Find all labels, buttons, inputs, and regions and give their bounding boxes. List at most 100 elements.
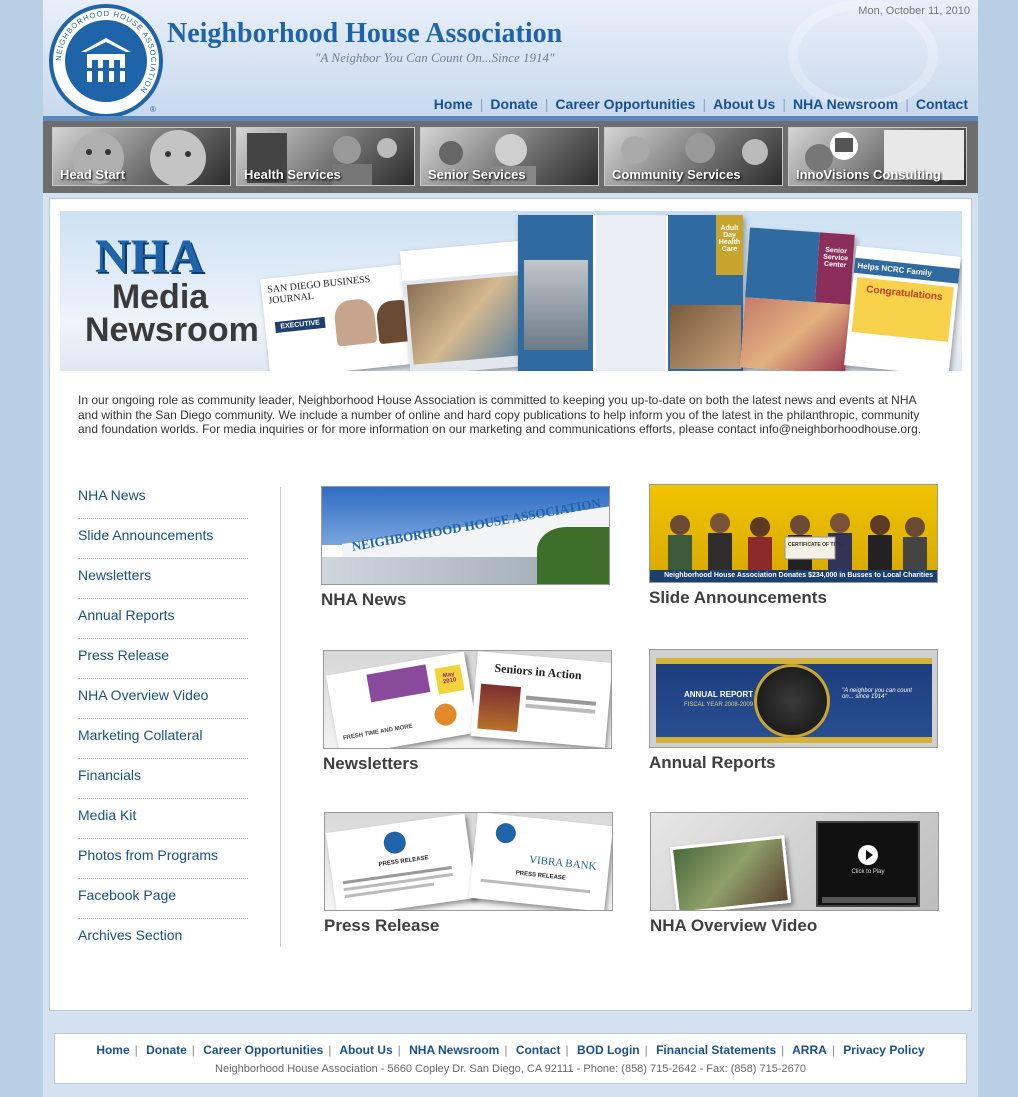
nav-home[interactable]: Home bbox=[434, 96, 473, 112]
footer-separator: | bbox=[504, 1043, 508, 1057]
tile-nha-overview-video[interactable]: Click to Play NHA Overview Video bbox=[650, 812, 939, 942]
service-head-start[interactable]: Head Start bbox=[52, 127, 231, 186]
newsroom-banner: NHA Media Newsroom SAN DIEGO BUSINESS JO… bbox=[60, 211, 962, 371]
service-label: Health Services bbox=[244, 167, 341, 182]
footer-separator: | bbox=[191, 1043, 195, 1057]
site-title[interactable]: Neighborhood House Association bbox=[167, 18, 562, 50]
video-controls[interactable] bbox=[822, 897, 916, 903]
footer-link-contact[interactable]: Contact bbox=[516, 1043, 561, 1057]
service-innovisions-consulting[interactable]: InnoVisions Consulting bbox=[788, 127, 967, 186]
annual-report-cover: ANNUAL REPORT FISCAL YEAR 2008-2009 "A n… bbox=[656, 658, 932, 743]
sidebar-item-financials[interactable]: Financials bbox=[78, 759, 248, 799]
service-label: InnoVisions Consulting bbox=[796, 167, 941, 182]
column-divider bbox=[280, 487, 281, 947]
tile-nha-news[interactable]: NEIGHBORHOOD HOUSE ASSOCIATION NHA News bbox=[321, 486, 610, 616]
tile-label: Press Release bbox=[324, 916, 440, 935]
newspaper-clipping: SAN DIEGO BUSINESS JOURNAL EXECUTIVE bbox=[260, 263, 425, 371]
footer-link-donate[interactable]: Donate bbox=[146, 1043, 187, 1057]
overview-video-photo: Click to Play bbox=[650, 812, 939, 911]
annual-report-quote: "A neighbor you can count on... since 19… bbox=[842, 688, 912, 700]
newsletters-photo: May 2010 FRESH TIME AND MORE Seniors in … bbox=[323, 650, 612, 749]
service-label: Senior Services bbox=[428, 167, 526, 182]
tile-annual-reports[interactable]: ANNUAL REPORT FISCAL YEAR 2008-2009 "A n… bbox=[649, 649, 938, 779]
tile-label: Newsletters bbox=[323, 754, 419, 773]
page-wrapper: NEIGHBORHOOD HOUSE ASSOCIATION ® Neighbo… bbox=[43, 0, 978, 1097]
tile-label: NHA Overview Video bbox=[650, 916, 818, 935]
nav-career-opportunities[interactable]: Career Opportunities bbox=[555, 96, 695, 112]
service-health-services[interactable]: Health Services bbox=[236, 127, 415, 186]
nav-about-us[interactable]: About Us bbox=[713, 96, 775, 112]
footer-link-bod-login[interactable]: BOD Login bbox=[577, 1043, 640, 1057]
footer-separator: | bbox=[565, 1043, 569, 1057]
press-release-photo: PRESS RELEASE VIBRA BANK PRESS RELEASE bbox=[324, 812, 613, 911]
newsletter-cover bbox=[399, 241, 531, 371]
newsletter-headline: Seniors in Action bbox=[493, 660, 583, 683]
newsletter-page: Seniors in Action bbox=[470, 651, 611, 748]
sidebar-item-marketing-collateral[interactable]: Marketing Collateral bbox=[78, 719, 248, 759]
footer-link-financial-statements[interactable]: Financial Statements bbox=[656, 1043, 776, 1057]
newsletter-month: May 2010 bbox=[434, 664, 465, 695]
newsletter-item: FRESH TIME AND MORE bbox=[342, 723, 414, 742]
nav-separator: | bbox=[479, 96, 484, 112]
press-release-doc: VIBRA BANK PRESS RELEASE bbox=[468, 813, 612, 910]
sidebar-item-media-kit[interactable]: Media Kit bbox=[78, 799, 248, 839]
annual-report-title: ANNUAL REPORT bbox=[684, 690, 754, 699]
sidebar-item-photos-from-programs[interactable]: Photos from Programs bbox=[78, 839, 248, 879]
sidebar-item-press-release[interactable]: Press Release bbox=[78, 639, 248, 679]
nav-nha-newsroom[interactable]: NHA Newsroom bbox=[793, 96, 898, 112]
site-logo[interactable]: NEIGHBORHOOD HOUSE ASSOCIATION bbox=[49, 4, 163, 118]
sidebar-item-newsletters[interactable]: Newsletters bbox=[78, 559, 248, 599]
tile-newsletters[interactable]: May 2010 FRESH TIME AND MORE Seniors in … bbox=[323, 650, 612, 780]
nav-separator: | bbox=[782, 96, 786, 112]
tile-slide-announcements[interactable]: CERTIFICATE OF TITLE Neighborhood House … bbox=[649, 484, 938, 614]
slide-caption: Neighborhood House Association Donates $… bbox=[650, 570, 937, 582]
group-photo bbox=[668, 513, 927, 575]
congratulations-sign: Congratulations bbox=[851, 277, 954, 342]
nav-separator: | bbox=[702, 96, 707, 112]
video-player[interactable]: Click to Play bbox=[816, 821, 920, 907]
banner-nha-text: NHA bbox=[95, 230, 205, 283]
current-date: Mon, October 11, 2010 bbox=[858, 5, 970, 17]
intro-paragraph: In our ongoing role as community leader,… bbox=[78, 393, 922, 436]
service-senior-services[interactable]: Senior Services bbox=[420, 127, 599, 186]
sidebar-item-facebook-page[interactable]: Facebook Page bbox=[78, 879, 248, 919]
footer-separator: | bbox=[328, 1043, 332, 1057]
nav-donate[interactable]: Donate bbox=[490, 96, 537, 112]
sidebar-item-nha-news[interactable]: NHA News bbox=[78, 479, 248, 519]
nav-separator: | bbox=[544, 96, 549, 112]
site-footer: Home | Donate | Career Opportunities | Abou… bbox=[54, 1033, 967, 1084]
tile-label: NHA News bbox=[321, 590, 407, 609]
senior-center-flyer: Senior Service Center bbox=[740, 227, 855, 371]
ncrc-article: Helps NCRC Family Congratulations bbox=[844, 245, 961, 371]
service-community-services[interactable]: Community Services bbox=[604, 127, 783, 186]
footer-link-home[interactable]: Home bbox=[96, 1043, 129, 1057]
adult-day-tag: Adult Day Health Care bbox=[716, 215, 743, 275]
footer-separator: | bbox=[781, 1043, 785, 1057]
services-bar: Head Start Health Services Senior Servic… bbox=[43, 121, 978, 193]
play-icon[interactable] bbox=[858, 845, 878, 865]
banner-title: Media Newsroom bbox=[85, 280, 259, 347]
nav-separator: | bbox=[905, 96, 909, 112]
press-release-heading: PRESS RELEASE bbox=[515, 870, 567, 882]
sidebar-item-archives-section[interactable]: Archives Section bbox=[78, 919, 248, 959]
tile-press-release[interactable]: PRESS RELEASE VIBRA BANK PRESS RELEASE P… bbox=[324, 812, 613, 942]
footer-link-about-us[interactable]: About Us bbox=[339, 1043, 392, 1057]
registered-mark: ® bbox=[150, 105, 156, 114]
site-tagline: "A Neighbor You Can Count On...Since 191… bbox=[315, 50, 555, 65]
press-release-doc: PRESS RELEASE bbox=[325, 813, 477, 910]
footer-link-privacy-policy[interactable]: Privacy Policy bbox=[843, 1043, 924, 1057]
logo-emblem bbox=[65, 20, 147, 102]
adult-day-brochure: Adult Day Health Care bbox=[518, 215, 743, 371]
sidebar-item-slide-announcements[interactable]: Slide Announcements bbox=[78, 519, 248, 559]
annual-report-seal bbox=[754, 664, 830, 738]
footer-link-arra[interactable]: ARRA bbox=[792, 1043, 827, 1057]
footer-link-nha-newsroom[interactable]: NHA Newsroom bbox=[409, 1043, 499, 1057]
sidebar-item-annual-reports[interactable]: Annual Reports bbox=[78, 599, 248, 639]
service-label: Head Start bbox=[60, 167, 126, 182]
portrait-photo bbox=[332, 297, 378, 347]
house-icon bbox=[81, 38, 131, 82]
nav-contact[interactable]: Contact bbox=[916, 96, 968, 112]
sidebar-item-nha-overview-video[interactable]: NHA Overview Video bbox=[78, 679, 248, 719]
footer-link-career-opportunities[interactable]: Career Opportunities bbox=[203, 1043, 323, 1057]
footer-address: Neighborhood House Association - 5660 Co… bbox=[215, 1063, 806, 1075]
